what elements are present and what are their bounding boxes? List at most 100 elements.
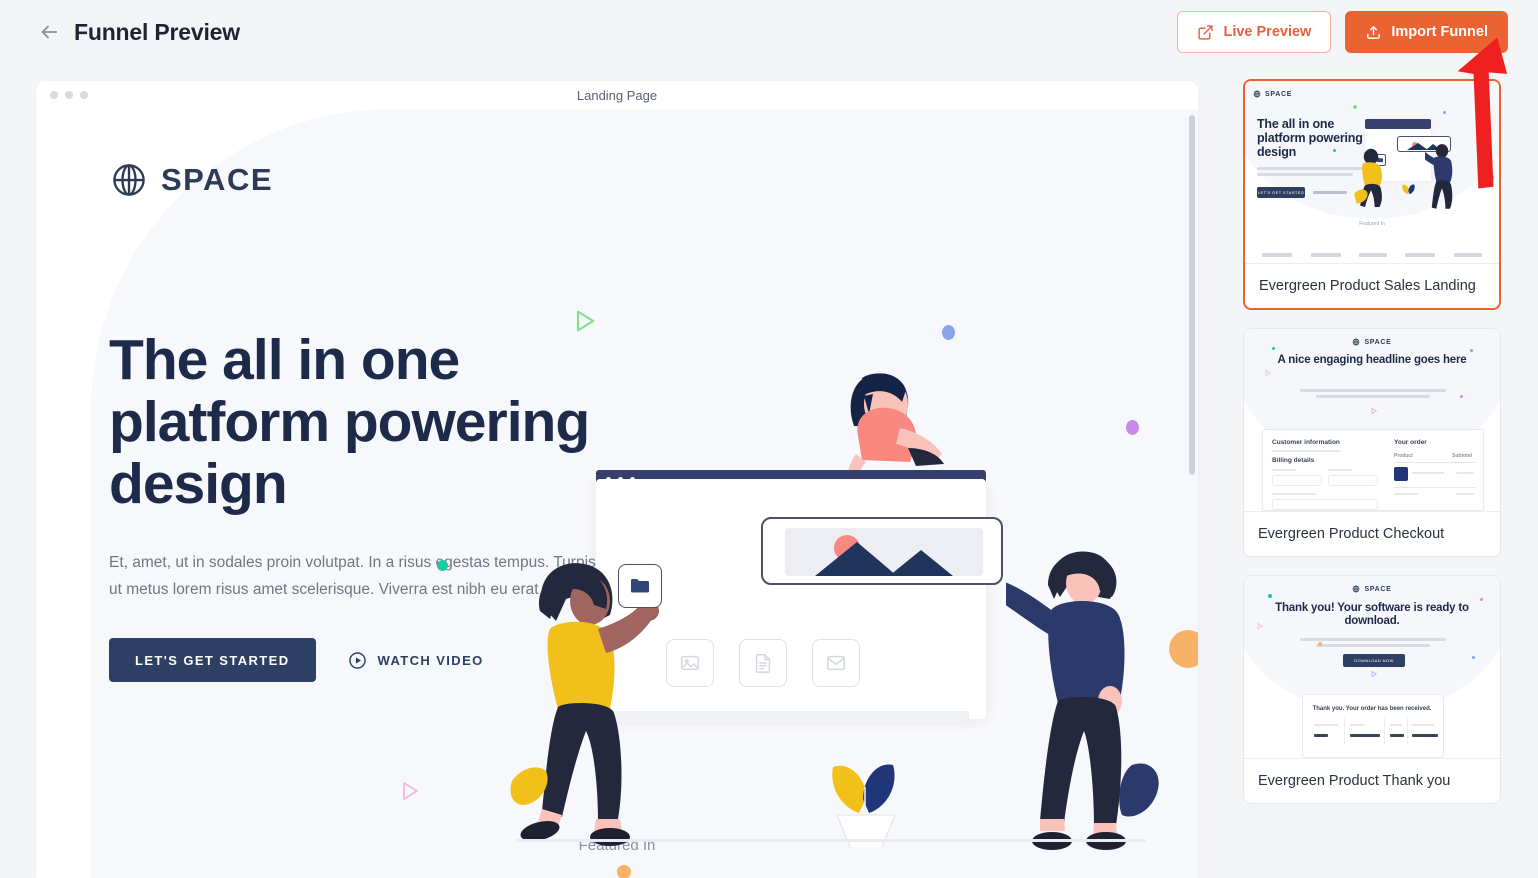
thumb-site-logo: SPACE: [1244, 585, 1500, 593]
thumbnail-preview-checkout: SPACE A nice engaging headline goes here…: [1244, 329, 1500, 511]
order-subtotal-value: [1456, 493, 1474, 495]
last-name-input[interactable]: [1328, 475, 1378, 486]
thumb-logo-strip: [1245, 253, 1499, 257]
watch-video-button[interactable]: WATCH VIDEO: [348, 651, 484, 670]
arrow-left-icon: [41, 25, 58, 39]
document-tile: [739, 639, 787, 687]
mail-tile: [812, 639, 860, 687]
thumb-secondary-cta: [1313, 191, 1347, 194]
teal-dot-decoration: [1272, 347, 1275, 350]
order-col-product: Product: [1394, 453, 1413, 459]
preview-page-label: Landing Page: [576, 87, 658, 103]
thumb-headline: Thank you! Your software is ready to dow…: [1275, 602, 1469, 627]
customer-information-label: Customer information: [1272, 439, 1340, 446]
green-dot-decoration: [1353, 105, 1357, 109]
folder-icon: [631, 579, 649, 593]
teal-dot-decoration: [437, 560, 448, 571]
thumbnail-preview-sales-landing: SPACE The all in one platform powering d…: [1245, 81, 1499, 263]
globe-icon: [1353, 338, 1360, 346]
top-bar: Funnel Preview Live Preview Import Funne…: [0, 0, 1538, 64]
thumb-cta-button: LET'S GET STARTED: [1257, 187, 1305, 198]
first-name-input[interactable]: [1272, 475, 1322, 486]
thumb-text-line: [1257, 173, 1353, 176]
order-product-name: [1412, 472, 1444, 474]
funnel-step-caption: Evergreen Product Checkout: [1244, 511, 1500, 556]
divider: [1344, 718, 1345, 744]
pink-triangle-decoration: [1265, 369, 1272, 377]
lets-get-started-button[interactable]: LET'S GET STARTED: [109, 638, 316, 682]
violet-triangle-decoration: [1371, 407, 1378, 415]
thumb-plant: [1402, 184, 1415, 195]
live-preview-label: Live Preview: [1223, 24, 1312, 40]
thumb-man-navy: [1425, 144, 1453, 209]
thumbnail-preview-thank-you: SPACE Thank you! Your software is ready …: [1244, 576, 1500, 758]
order-col-payment: [1412, 724, 1434, 726]
illustration-ground-line: [516, 839, 1146, 842]
thumb-text-line: [1316, 395, 1430, 398]
play-circle-icon: [348, 651, 366, 669]
site-logo: SPACE: [110, 161, 273, 199]
hero-illustration: [466, 259, 1186, 859]
document-icon: [755, 654, 771, 673]
pink-triangle-decoration: [1257, 622, 1264, 630]
violet-triangle-decoration: [1371, 670, 1378, 678]
funnel-step-card-thank-you[interactable]: SPACE Thank you! Your software is ready …: [1243, 575, 1501, 804]
man-navy-illustration: [1006, 551, 1159, 850]
funnel-preview-panel: Landing Page SPACE The all in one platfo…: [36, 81, 1198, 878]
external-link-icon: [1198, 24, 1214, 40]
preview-scrollbar[interactable]: [1189, 111, 1195, 851]
order-col-date: [1350, 724, 1364, 726]
thumb-text-line: [1300, 638, 1446, 641]
teal-dot-decoration: [1268, 594, 1272, 598]
top-bar-actions: Live Preview Import Funnel: [1177, 11, 1508, 53]
order-summary-box: [1302, 694, 1444, 758]
thumb-logo-text: SPACE: [1265, 90, 1293, 98]
order-col-total: [1390, 724, 1402, 726]
hero-cta-group: LET'S GET STARTED WATCH VIDEO: [109, 638, 484, 682]
funnel-step-card-checkout[interactable]: SPACE A nice engaging headline goes here…: [1243, 328, 1501, 557]
thumb-site-logo: SPACE: [1244, 338, 1500, 346]
thumb-site-logo: SPACE: [1253, 90, 1292, 98]
order-received-note: Thank you. Your order has been received.: [1312, 706, 1432, 712]
preview-scrollbar-thumb[interactable]: [1189, 115, 1195, 475]
field-label: [1272, 493, 1316, 495]
upload-icon: [1367, 25, 1381, 39]
thumb-woman-yellow: [1354, 148, 1382, 207]
import-funnel-label: Import Funnel: [1391, 24, 1488, 40]
blue-dot-decoration: [1470, 349, 1473, 352]
field-label: [1272, 469, 1296, 471]
preview-window-header: Landing Page: [36, 81, 1198, 109]
blue-dot-decoration: [1443, 111, 1446, 114]
folder-card: [618, 564, 662, 608]
funnel-step-card-sales-landing[interactable]: SPACE The all in one platform powering d…: [1243, 79, 1501, 310]
site-logo-text: SPACE: [161, 162, 274, 197]
live-preview-button[interactable]: Live Preview: [1177, 11, 1332, 53]
divider: [1384, 718, 1385, 744]
page-title: Funnel Preview: [74, 18, 240, 45]
thumb-text-line: [1272, 450, 1340, 452]
purple-dot-decoration: [1481, 129, 1484, 132]
landing-page-canvas: SPACE The all in one platform powering d…: [36, 109, 1198, 878]
funnel-step-list: SPACE The all in one platform powering d…: [1243, 79, 1501, 878]
globe-icon: [1253, 90, 1261, 98]
order-col-number: [1314, 724, 1338, 726]
image-placeholder: [785, 528, 983, 576]
globe-icon: [113, 164, 145, 196]
company-name-input[interactable]: [1272, 499, 1378, 510]
back-button[interactable]: [34, 17, 64, 47]
import-funnel-button[interactable]: Import Funnel: [1345, 11, 1508, 53]
mountain-image-icon: [815, 535, 953, 576]
order-val-payment: [1412, 734, 1438, 737]
divider: [1407, 718, 1408, 744]
thumb-featured-label: Featured In: [1359, 221, 1385, 227]
order-col-subtotal: Subtotal: [1452, 453, 1472, 459]
thumb-browser-bar: [1365, 119, 1431, 129]
mail-icon: [827, 655, 845, 671]
funnel-step-caption: Evergreen Product Thank you: [1244, 758, 1500, 803]
order-product-price: [1456, 472, 1474, 474]
your-order-label: Your order: [1394, 439, 1427, 446]
download-now-button[interactable]: DOWNLOAD NOW: [1343, 654, 1405, 667]
thumb-headline: The all in one platform powering design: [1257, 117, 1363, 159]
thumb-text-line: [1316, 644, 1430, 647]
globe-icon: [1353, 585, 1360, 593]
